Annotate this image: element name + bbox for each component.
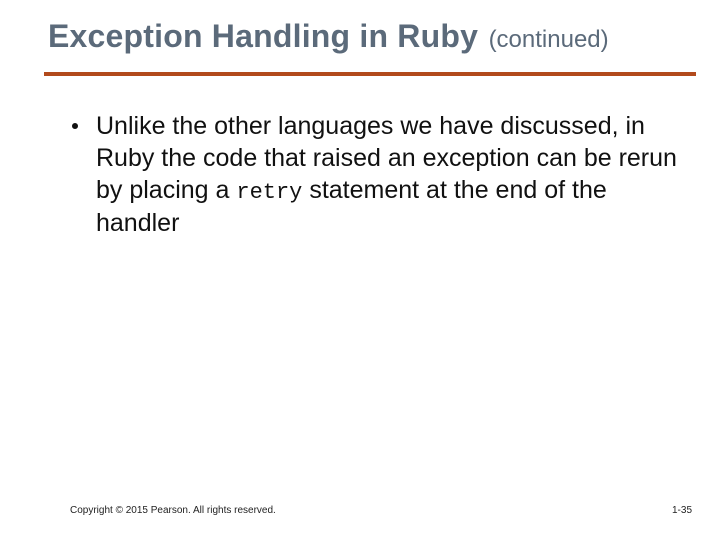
slide-title: Exception Handling in Ruby (continued) [48, 18, 700, 55]
list-item: Unlike the other languages we have discu… [70, 110, 680, 239]
bullet-text: Unlike the other languages we have discu… [96, 110, 680, 239]
bullet-icon [72, 123, 78, 129]
slide-body: Unlike the other languages we have discu… [70, 110, 680, 239]
slide: Exception Handling in Ruby (continued) U… [0, 0, 720, 540]
title-divider [44, 72, 696, 76]
copyright-text: Copyright © 2015 Pearson. All rights res… [70, 505, 276, 516]
title-main: Exception Handling in Ruby [48, 18, 478, 54]
page-number: 1-35 [672, 505, 692, 516]
bullet-text-code: retry [236, 180, 302, 205]
title-continued: (continued) [489, 26, 609, 53]
